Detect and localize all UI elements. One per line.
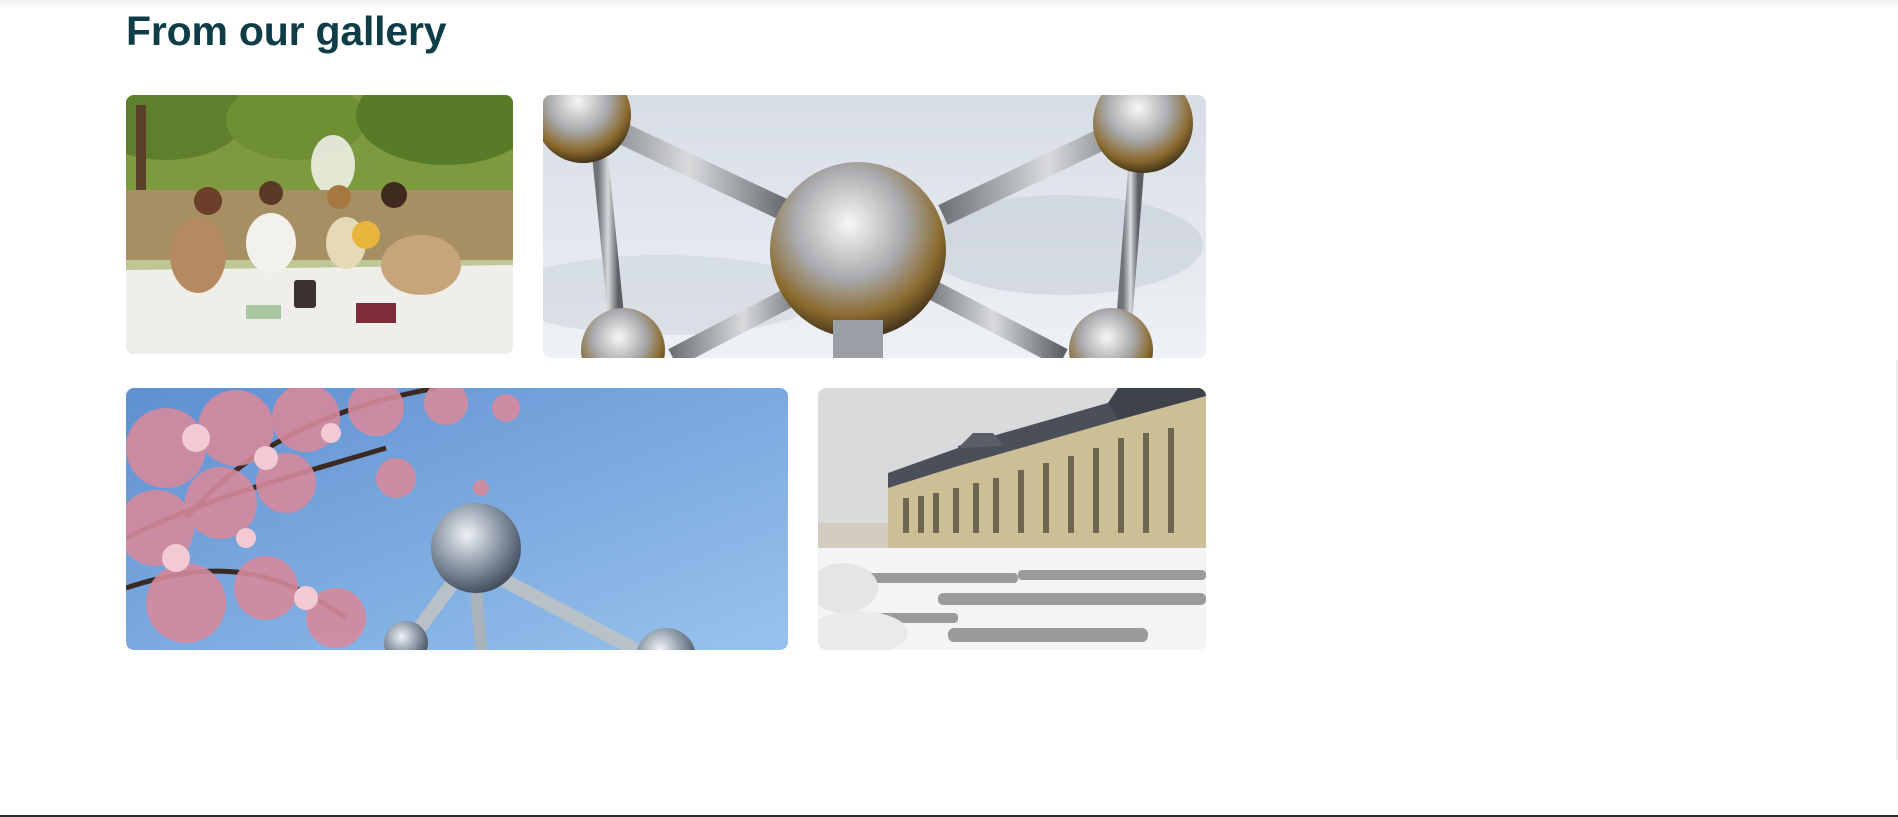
- picnic-image: [126, 95, 513, 354]
- gallery-photo-cherry-blossoms[interactable]: [126, 388, 788, 650]
- gallery-photo-atomium[interactable]: [543, 95, 1206, 358]
- cherry-blossom-image: [126, 388, 788, 650]
- royal-palace-image: [818, 388, 1206, 650]
- header-shadow: [0, 0, 1898, 8]
- atomium-image: [543, 95, 1206, 358]
- gallery-photo-picnic[interactable]: [126, 95, 513, 354]
- gallery-photo-royal-palace[interactable]: [818, 388, 1206, 650]
- gallery-title: From our gallery: [126, 8, 447, 54]
